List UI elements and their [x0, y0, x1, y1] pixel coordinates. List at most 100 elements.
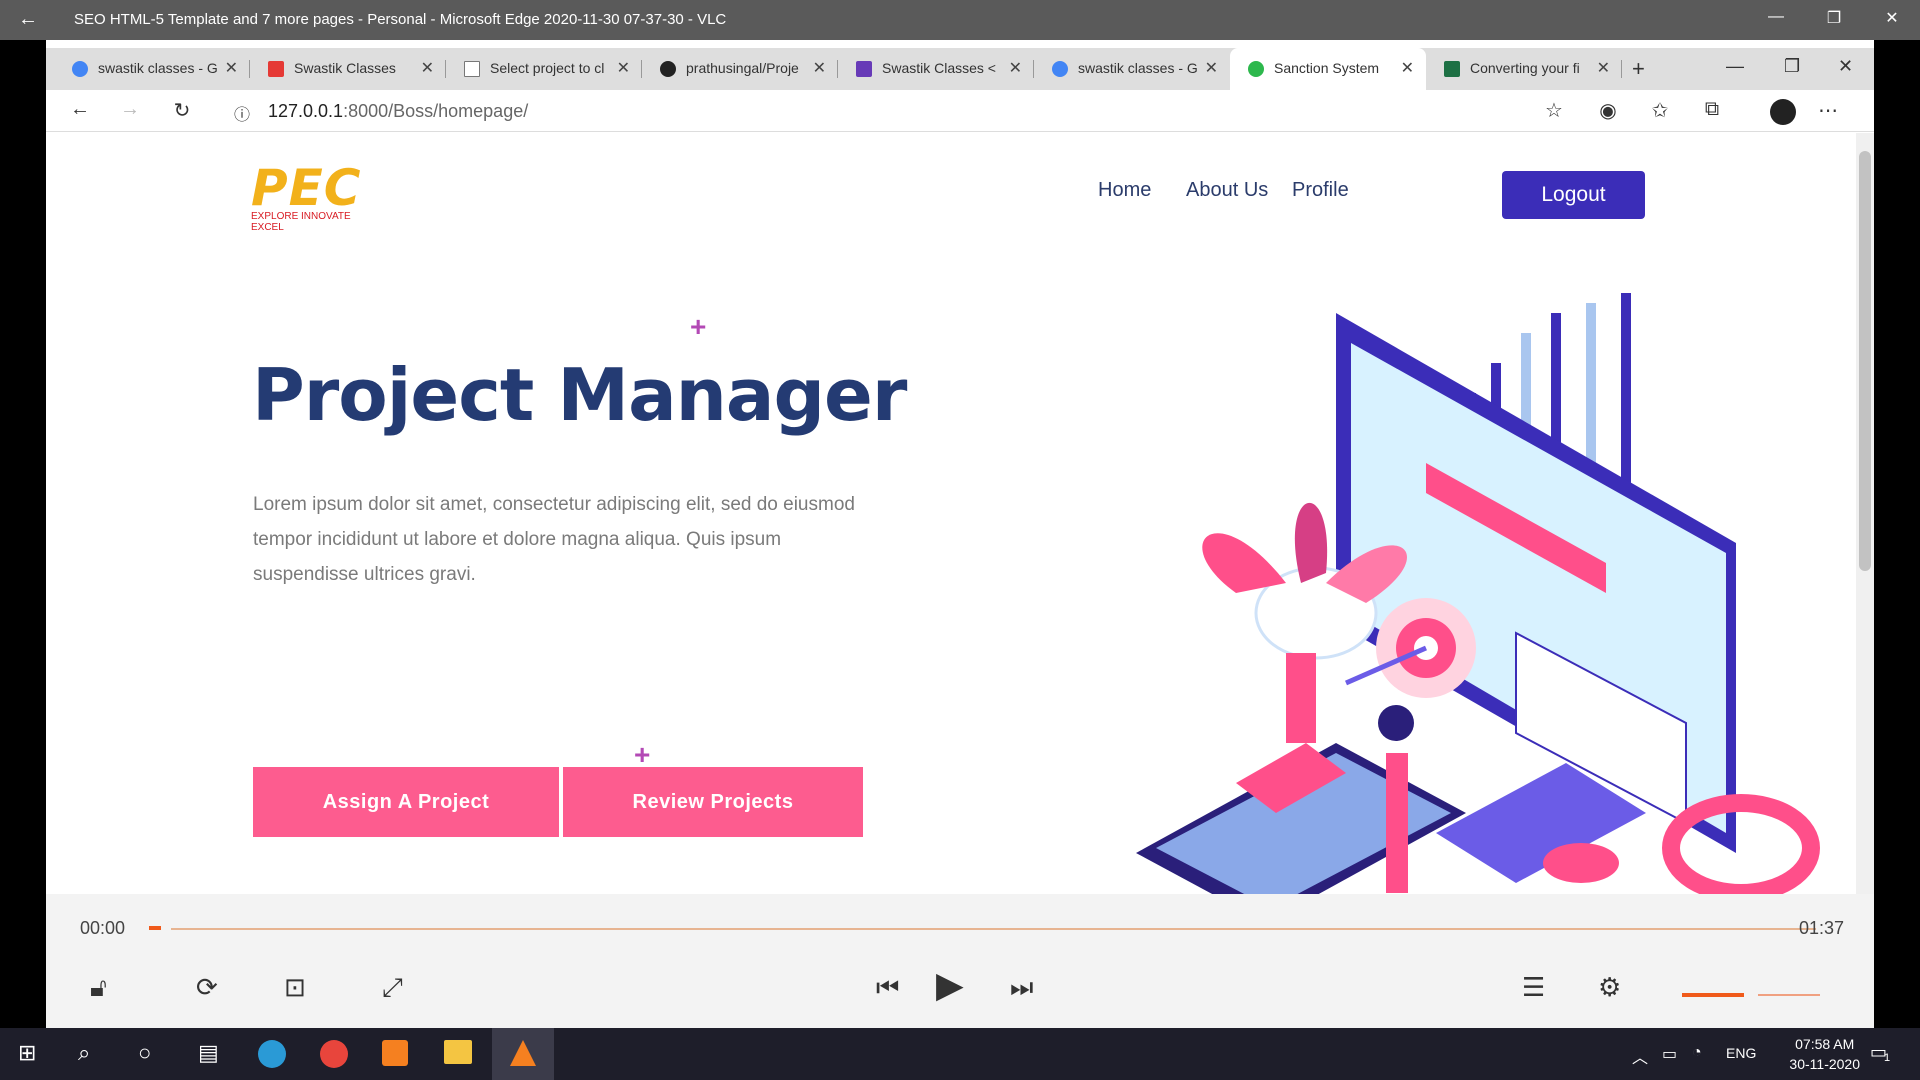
- volume-level[interactable]: [1682, 993, 1744, 997]
- url-field[interactable]: 127.0.0.1:8000/Boss/homepage/: [268, 101, 528, 122]
- seek-position[interactable]: [149, 926, 161, 930]
- page-scrollbar[interactable]: [1856, 133, 1874, 894]
- volume-track[interactable]: [1758, 994, 1820, 996]
- task-view-icon[interactable]: ▤: [198, 1040, 219, 1066]
- tab-label: swastik classes - G: [1078, 60, 1198, 76]
- tab-label: Swastik Classes: [294, 60, 396, 76]
- magnifier-icon: [1662, 794, 1820, 894]
- tab-close-icon[interactable]: ✕: [1401, 58, 1414, 78]
- minimize-icon[interactable]: —: [1756, 8, 1796, 26]
- subtitles-icon[interactable]: ☰: [1522, 972, 1545, 1003]
- windows-start-icon[interactable]: ⊞: [18, 1040, 36, 1066]
- nav-about-us[interactable]: About Us: [1186, 179, 1268, 202]
- browser-tab[interactable]: Select project to cl ✕: [446, 48, 642, 90]
- fullscreen-icon[interactable]: ⤢: [382, 972, 403, 1004]
- hero-title: Project Manager: [252, 353, 907, 437]
- loop-icon[interactable]: ⟳: [196, 972, 218, 1003]
- tab-label: Swastik Classes <: [882, 60, 996, 76]
- refresh-icon[interactable]: ↻: [166, 98, 198, 123]
- google-icon: [1052, 61, 1068, 77]
- clock[interactable]: 07:58 AM 30-11-2020: [1789, 1034, 1860, 1074]
- tab-label: Sanction System: [1274, 60, 1380, 76]
- tab-label: Converting your fi: [1470, 60, 1580, 76]
- vlc-controls: 00:00 01:37 🔓︎ ⟳ ⊡ ⤢ ⏮ ▶ ⏭ ☰ ⚙: [46, 894, 1874, 1028]
- windows-taskbar: ⊞ ⌕ ○ ▤ ︿ ▭ ◔ ENG 07:58 AM 30-11-2020 ▭ …: [0, 1028, 1920, 1080]
- info-icon[interactable]: ⓘ: [226, 101, 258, 125]
- lock-icon[interactable]: 🔓︎: [90, 972, 107, 1004]
- browser-tab[interactable]: Swastik Classes < ✕: [838, 48, 1034, 90]
- tab-label: Select project to cl: [490, 60, 605, 76]
- tab-label: swastik classes - G: [98, 60, 218, 76]
- tab-close-icon[interactable]: ✕: [1205, 58, 1218, 78]
- edge-icon[interactable]: [258, 1040, 286, 1068]
- web-page: PEC EXPLORE INNOVATE EXCEL Home About Us…: [46, 133, 1856, 894]
- assign-project-button[interactable]: Assign A Project: [253, 767, 559, 837]
- search-icon[interactable]: ⌕: [78, 1040, 90, 1066]
- file-explorer-icon[interactable]: [444, 1040, 472, 1064]
- tab-close-icon[interactable]: ✕: [617, 58, 630, 78]
- tab-close-icon[interactable]: ✕: [225, 58, 238, 78]
- hero-illustration: [1136, 293, 1820, 894]
- logo-tagline: EXPLORE INNOVATE EXCEL: [251, 211, 351, 233]
- extension-icon[interactable]: ◉: [1592, 98, 1624, 123]
- notification-count: 1: [1884, 1052, 1891, 1064]
- download-arrow-icon: [1286, 653, 1316, 743]
- aspect-ratio-icon[interactable]: ⊡: [284, 972, 306, 1003]
- tab-close-icon[interactable]: ✕: [1009, 58, 1022, 78]
- leaf-icon: [1202, 533, 1286, 593]
- seek-bar[interactable]: [171, 928, 1816, 930]
- browser-restore-icon[interactable]: ❐: [1784, 56, 1800, 77]
- hero-description: Lorem ipsum dolor sit amet, consectetur …: [253, 494, 855, 585]
- tab-label: prathusingal/Proje: [686, 60, 799, 76]
- check-circle-icon: [1248, 61, 1264, 77]
- equalizer-icon[interactable]: ⚙: [1598, 972, 1621, 1003]
- sublime-icon[interactable]: [382, 1040, 408, 1066]
- previous-icon[interactable]: ⏮: [876, 972, 899, 1004]
- language-indicator[interactable]: ENG: [1726, 1045, 1756, 1061]
- forward-icon[interactable]: →: [114, 98, 146, 121]
- play-icon[interactable]: ▶: [936, 964, 964, 1006]
- battery-icon[interactable]: ▭: [1662, 1044, 1677, 1064]
- back-arrow-icon[interactable]: ←: [18, 8, 38, 31]
- form-icon: [856, 61, 872, 77]
- github-icon: [660, 61, 676, 77]
- total-time: 01:37: [1798, 918, 1844, 938]
- logout-button[interactable]: Logout: [1502, 171, 1645, 219]
- tab-close-icon[interactable]: ✕: [421, 58, 434, 78]
- browser-tab[interactable]: swastik classes - G ✕: [1034, 48, 1230, 90]
- more-icon[interactable]: ⋯: [1812, 98, 1844, 123]
- close-icon[interactable]: ✕: [1872, 8, 1912, 28]
- scrollbar-thumb[interactable]: [1859, 151, 1871, 571]
- restore-icon[interactable]: ❐: [1814, 8, 1854, 28]
- next-icon[interactable]: ⏭: [1010, 972, 1033, 1004]
- browser-minimize-icon[interactable]: —: [1726, 56, 1744, 77]
- person-figure: [1386, 753, 1408, 893]
- new-tab-icon[interactable]: +: [1632, 56, 1645, 82]
- browser-tab[interactable]: Converting your fi ✕: [1426, 48, 1622, 90]
- cortana-icon[interactable]: ○: [138, 1040, 151, 1066]
- browser-tab[interactable]: swastik classes - G ✕: [54, 48, 250, 90]
- nav-home[interactable]: Home: [1098, 179, 1151, 202]
- pin-icon: [1543, 843, 1619, 883]
- nav-profile[interactable]: Profile: [1292, 179, 1349, 202]
- address-bar: ← → ↻ ⓘ 127.0.0.1:8000/Boss/homepage/ ☆ …: [46, 90, 1874, 132]
- google-icon: [72, 61, 88, 77]
- wifi-icon[interactable]: ◔: [1692, 1044, 1702, 1062]
- back-icon[interactable]: ←: [64, 98, 96, 121]
- avatar[interactable]: [1770, 99, 1796, 125]
- browser-tab[interactable]: Swastik Classes ✕: [250, 48, 446, 90]
- browser-tab-active[interactable]: Sanction System ✕: [1230, 48, 1426, 90]
- elapsed-time: 00:00: [80, 918, 126, 938]
- tray-chevron-icon[interactable]: ︿: [1632, 1044, 1648, 1068]
- review-projects-button[interactable]: Review Projects: [563, 767, 863, 837]
- browser-close-icon[interactable]: ✕: [1838, 56, 1853, 77]
- tab-close-icon[interactable]: ✕: [1597, 58, 1610, 78]
- tab-close-icon[interactable]: ✕: [813, 58, 826, 78]
- url-host: 127.0.0.1: [268, 101, 344, 121]
- browser-tab[interactable]: prathusingal/Proje ✕: [642, 48, 838, 90]
- star-icon[interactable]: ☆: [1538, 98, 1570, 123]
- favorites-icon[interactable]: ✩: [1644, 98, 1676, 123]
- chrome-icon[interactable]: [320, 1040, 348, 1068]
- collections-icon[interactable]: ⧉: [1696, 98, 1728, 121]
- logo[interactable]: PEC EXPLORE INNOVATE EXCEL: [251, 163, 381, 233]
